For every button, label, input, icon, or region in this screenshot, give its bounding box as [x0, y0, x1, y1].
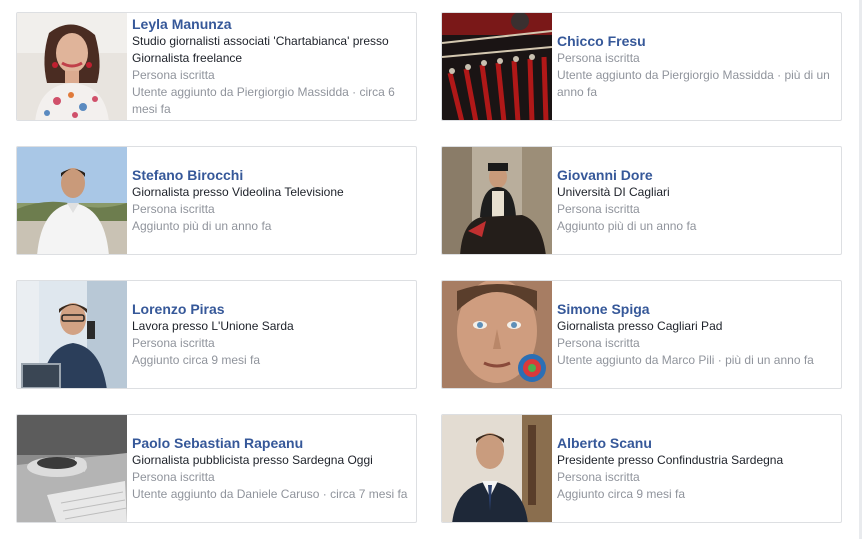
member-name-link[interactable]: Lorenzo Piras [132, 300, 410, 318]
profile-photo[interactable] [442, 13, 552, 120]
member-job: Lavora presso L'Unione Sarda [132, 319, 294, 333]
member-name-link[interactable]: Leyla Manunza [132, 15, 410, 33]
member-card[interactable]: Simone Spiga Giornalista presso Cagliari… [441, 280, 842, 389]
profile-photo[interactable] [442, 281, 552, 388]
member-card[interactable]: Lorenzo Piras Lavora presso L'Unione Sar… [16, 280, 417, 389]
member-card[interactable]: Giovanni Dore Università DI Cagliari Per… [441, 146, 842, 255]
member-added: Aggiunto circa 9 mesi fa [132, 353, 261, 367]
member-card[interactable]: Paolo Sebastian Rapeanu Giornalista pubb… [16, 414, 417, 523]
member-card[interactable]: Stefano Birocchi Giornalista presso Vide… [16, 146, 417, 255]
profile-photo[interactable] [17, 281, 127, 388]
member-job: Studio giornalisti associati 'Chartabian… [132, 34, 389, 65]
member-type: Persona iscritta [557, 336, 640, 350]
member-added: Utente aggiunto da Piergiorgio Massidda … [132, 85, 395, 116]
member-card[interactable]: Chicco Fresu Persona iscritta Utente agg… [441, 12, 842, 121]
member-type: Persona iscritta [557, 51, 640, 65]
member-name-link[interactable]: Stefano Birocchi [132, 166, 410, 184]
member-added: Aggiunto più di un anno fa [132, 219, 272, 233]
member-card[interactable]: Alberto Scanu Presidente presso Confindu… [441, 414, 842, 523]
member-added: Utente aggiunto da Daniele Caruso · circ… [132, 487, 408, 501]
profile-photo[interactable] [442, 415, 552, 522]
member-added: Aggiunto più di un anno fa [557, 219, 697, 233]
member-card[interactable]: Leyla Manunza Studio giornalisti associa… [16, 12, 417, 121]
member-type: Persona iscritta [132, 470, 215, 484]
profile-photo[interactable] [17, 147, 127, 254]
member-job: Università DI Cagliari [557, 185, 670, 199]
member-name-link[interactable]: Alberto Scanu [557, 434, 835, 452]
member-name-link[interactable]: Paolo Sebastian Rapeanu [132, 434, 410, 452]
member-type: Persona iscritta [557, 202, 640, 216]
member-name-link[interactable]: Simone Spiga [557, 300, 835, 318]
member-name-link[interactable]: Giovanni Dore [557, 166, 835, 184]
profile-photo[interactable] [17, 13, 127, 120]
member-type: Persona iscritta [132, 202, 215, 216]
profile-photo[interactable] [442, 147, 552, 254]
member-job: Giornalista presso Cagliari Pad [557, 319, 723, 333]
member-name-link[interactable]: Chicco Fresu [557, 32, 835, 50]
member-type: Persona iscritta [557, 470, 640, 484]
member-type: Persona iscritta [132, 68, 215, 82]
member-type: Persona iscritta [132, 336, 215, 350]
member-job: Giornalista pubblicista presso Sardegna … [132, 453, 373, 467]
member-job: Presidente presso Confindustria Sardegna [557, 453, 784, 467]
member-added: Aggiunto circa 9 mesi fa [557, 487, 686, 501]
member-job: Giornalista presso Videolina Televisione [132, 185, 344, 199]
member-added: Utente aggiunto da Marco Pili · più di u… [557, 353, 814, 367]
member-added: Utente aggiunto da Piergiorgio Massidda … [557, 68, 830, 99]
profile-photo[interactable] [17, 415, 127, 522]
